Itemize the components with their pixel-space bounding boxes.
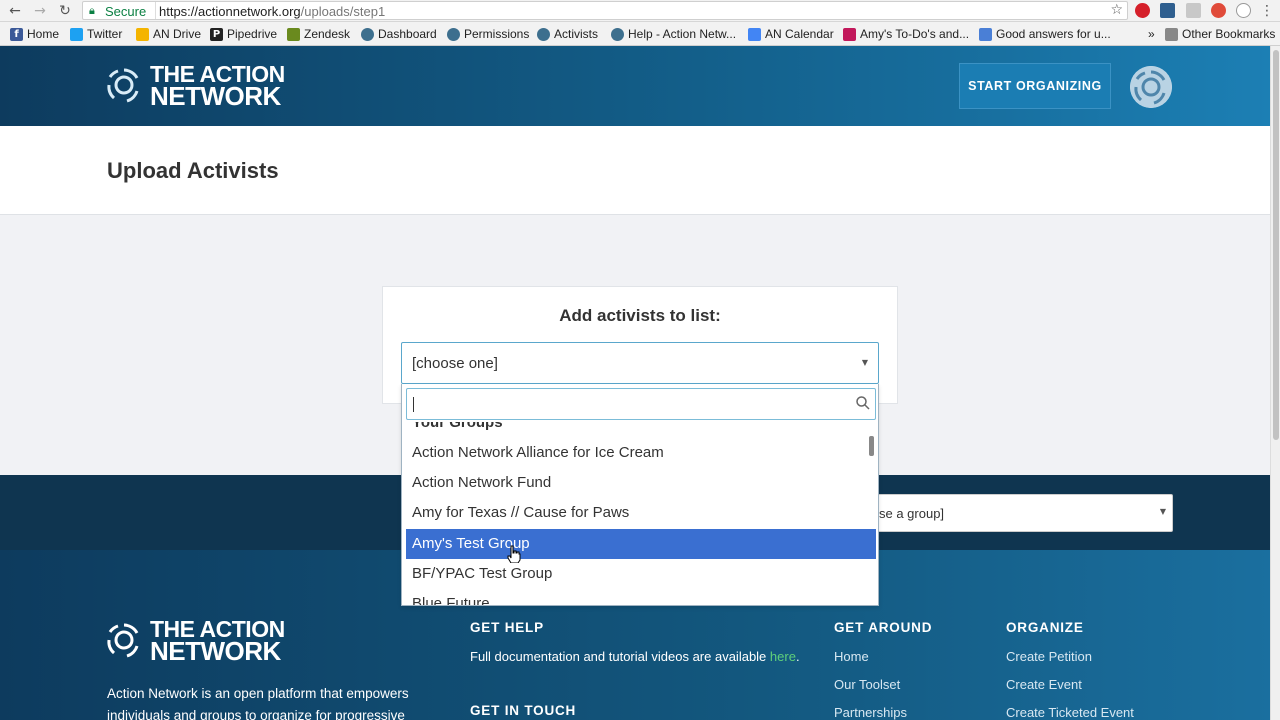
bookmark-activists[interactable]: Activists [537,26,598,42]
bookmark-star-icon[interactable]: ☆ [1110,2,1123,18]
bookmark-help[interactable]: Help - Action Netw... [611,26,736,42]
extension-s-icon[interactable] [1160,3,1175,18]
logo-wordmark: THE ACTION NETWORK [150,61,285,111]
bookmarks-bar: f Home Twitter AN Drive P Pipedrive Zendes… [0,22,1280,46]
forward-icon[interactable]: → [31,2,49,20]
bookmark-an-drive[interactable]: AN Drive [136,26,201,42]
get-around-links: Home Our Toolset Partnerships [834,649,907,720]
bookmark-todos[interactable]: Amy's To-Do's and... [843,26,969,42]
action-network-icon [611,27,624,41]
footer-link-create-event[interactable]: Create Event [1006,677,1134,705]
chevron-down-icon: ▼ [861,358,868,367]
title-band: Upload Activists [0,126,1270,215]
action-network-logo-icon [107,68,139,103]
organize-heading: ORGANIZE [1006,620,1084,635]
chevron-down-icon: ▼ [1159,507,1166,516]
dropdown-search-input[interactable] [406,388,876,420]
dropdown-option[interactable]: BF/YPAC Test Group [406,559,876,589]
bookmark-twitter[interactable]: Twitter [70,26,122,42]
trello-icon [843,27,856,41]
drive-icon [136,27,149,41]
bookmark-home[interactable]: f Home [10,26,59,42]
group-select[interactable]: se a group] ▼ [860,494,1173,532]
get-around-heading: GET AROUND [834,620,933,635]
header-logo[interactable]: THE ACTION NETWORK [106,61,285,111]
bookmark-good-answers[interactable]: Good answers for u... [979,26,1111,42]
pinterest-icon[interactable] [1135,3,1150,18]
dropdown-group-header: Your Groups [412,422,503,431]
dropdown-option[interactable]: Action Network Fund [406,468,876,498]
footer-about: Action Network is an open platform that … [107,686,409,720]
footer-link-home[interactable]: Home [834,649,907,677]
lock-icon: 🔒︎ [89,4,95,17]
list-select[interactable]: [choose one] ▼ [401,342,879,384]
page-scrollbar-thumb[interactable] [1273,50,1279,440]
footer-wordmark: THE ACTION NETWORK [150,616,285,666]
get-help-heading: GET HELP [470,620,544,635]
organize-links: Create Petition Create Event Create Tick… [1006,649,1134,720]
footer-link-create-petition[interactable]: Create Petition [1006,649,1134,677]
action-network-icon [361,27,374,41]
dropdown-options: Your Groups Action Network Alliance for … [406,422,876,605]
profile-icon[interactable] [1236,3,1251,18]
page-scrollbar[interactable] [1270,46,1280,720]
user-avatar[interactable] [1130,66,1172,108]
bookmark-pipedrive[interactable]: P Pipedrive [210,26,277,42]
site-header: THE ACTION NETWORK START ORGANIZING [0,46,1270,126]
search-icon [856,396,870,410]
group-select-value: se a group] [879,506,945,521]
facebook-icon: f [10,27,23,41]
dropdown-option[interactable]: Amy for Texas // Cause for Paws [406,498,876,528]
hand-cursor-icon [507,545,521,563]
footer-link-create-ticketed-event[interactable]: Create Ticketed Event [1006,705,1134,720]
twitter-icon [70,27,83,41]
footer-logo[interactable]: THE ACTION NETWORK [106,616,285,666]
bookmark-permissions[interactable]: Permissions [447,26,529,42]
page-title: Upload Activists [107,158,279,183]
extension-block-icon[interactable] [1211,3,1226,18]
action-network-icon [447,27,460,41]
footer-link-partnerships[interactable]: Partnerships [834,705,907,720]
back-icon[interactable]: ← [6,2,24,20]
avatar-logo-icon [1130,66,1172,108]
secure-label: Secure [105,4,147,19]
zendesk-icon [287,27,300,41]
get-in-touch-heading: GET IN TOUCH [470,703,577,718]
reload-icon[interactable]: ↻ [56,2,74,20]
text-cursor [413,397,414,412]
bookmark-zendesk[interactable]: Zendesk [287,26,350,42]
list-dropdown: Your Groups Action Network Alliance for … [401,384,879,606]
help-here-link[interactable]: here [770,649,796,664]
bookmark-dashboard[interactable]: Dashboard [361,26,437,42]
list-label: Add activists to list: [559,306,721,325]
docs-icon [979,27,992,41]
calendar-icon [748,27,761,41]
bookmarks-overflow[interactable]: » [1148,26,1155,42]
get-help-text: Full documentation and tutorial videos a… [470,649,800,664]
dropdown-option-active[interactable]: Amy's Test Group [406,529,876,559]
action-network-icon [537,27,550,41]
browser-toolbar: ← → ↻ 🔒︎ Secure https://actionnetwork.or… [0,0,1280,22]
footer-link-toolset[interactable]: Our Toolset [834,677,907,705]
url-host: https://actionnetwork.org [159,4,301,19]
url-text: https://actionnetwork.org/uploads/step1 [159,4,385,19]
list-select-value: [choose one] [412,355,498,372]
folder-icon [1165,27,1178,41]
other-bookmarks[interactable]: Other Bookmarks [1165,26,1275,42]
dropdown-option[interactable]: Blue Future [406,589,876,605]
pipedrive-icon: P [210,27,223,41]
dropdown-option[interactable]: Action Network Alliance for Ice Cream [406,438,876,468]
url-divider [155,2,156,19]
url-path: /uploads/step1 [300,4,386,19]
address-bar[interactable]: 🔒︎ Secure https://actionnetwork.org/uplo… [82,1,1128,20]
bookmark-an-calendar[interactable]: AN Calendar [748,26,834,42]
menu-icon[interactable]: ⋮ [1258,2,1276,20]
extension-puzzle-icon[interactable] [1186,3,1201,18]
action-network-logo-icon [107,623,139,658]
dropdown-scrollbar[interactable] [869,436,874,456]
start-organizing-button[interactable]: START ORGANIZING [959,63,1111,109]
